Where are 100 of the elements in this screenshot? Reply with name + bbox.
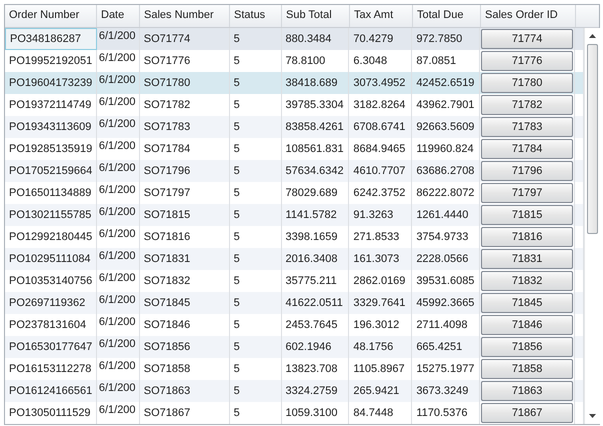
table-cell: 1170.5376 (416, 407, 468, 419)
table-cell: 6/1/200 (98, 228, 136, 240)
table-row[interactable]: PO13050111529 6/1/200 SO71867 5 1059.3100 84.7448 1170.5376 71867 (5, 402, 584, 424)
table-cell: 5 (234, 407, 240, 419)
table-cell: 2228.0566 (416, 253, 468, 265)
table-cell: 35775.211 (286, 275, 337, 287)
table-cell: SO71816 (144, 231, 190, 243)
sales-order-id-button[interactable]: 71863 (481, 381, 574, 401)
table-cell: 5 (234, 187, 240, 199)
table-cell: 5 (234, 121, 240, 133)
table-cell: 3329.7641 (353, 297, 406, 309)
table-cell: 86222.8072 (416, 187, 474, 199)
table-cell: 6/1/200 (98, 30, 136, 42)
column-header[interactable]: Status (230, 5, 282, 27)
sales-order-id-button[interactable]: 71832 (481, 271, 574, 291)
sales-order-id-button[interactable]: 71776 (481, 51, 574, 71)
table-cell: 5 (234, 33, 240, 45)
table-cell: 108561.831 (286, 143, 344, 155)
table-cell: 6242.3752 (353, 187, 406, 199)
column-header[interactable]: Tax Amt (350, 5, 413, 27)
table-row[interactable]: PO16124166561 6/1/200 SO71863 5 3324.2759 265.9421 3673.3249 71863 (5, 380, 584, 402)
sales-order-id-button[interactable]: 71816 (481, 227, 574, 247)
column-header[interactable]: Sub Total (282, 5, 350, 27)
table-cell: 6/1/200 (98, 382, 136, 394)
table-row[interactable]: PO2697119362 6/1/200 SO71845 5 41622.0511 3329.7641 45992.3665 71845 (5, 292, 584, 314)
column-header[interactable]: Order Number (5, 5, 97, 27)
table-cell: PO16530177647 (9, 341, 92, 353)
table-cell: SO71797 (144, 187, 190, 199)
table-cell: 5 (234, 99, 240, 111)
table-cell: PO16153112278 (9, 363, 92, 375)
table-row[interactable]: PO17052159664 6/1/200 SO71796 5 57634.6342 4610.7707 63686.2708 71796 (5, 160, 584, 182)
sales-order-id-button[interactable]: 71831 (481, 249, 574, 269)
table-cell: SO71796 (144, 165, 190, 177)
table-cell: SO71783 (144, 121, 190, 133)
table-cell: 6/1/200 (98, 74, 136, 86)
table-cell: 78.8100 (286, 55, 326, 67)
table-cell: PO19372114749 (9, 99, 92, 111)
table-cell: 91.3263 (353, 209, 394, 221)
table-cell: 2453.7645 (286, 319, 338, 331)
table-row[interactable]: PO13021155785 6/1/200 SO71815 5 1141.5782 91.3263 1261.4440 71815 (5, 204, 584, 226)
table-cell: SO71856 (144, 341, 190, 353)
table-cell: 5 (234, 363, 240, 375)
table-cell: PO19343113609 (9, 121, 92, 133)
sales-order-id-button[interactable]: 71846 (481, 315, 574, 335)
sales-order-id-button[interactable]: 71784 (481, 139, 574, 159)
table-cell: PO12992180445 (9, 231, 92, 243)
table-cell: PO19285135919 (9, 143, 92, 155)
table-cell: 6.3048 (353, 55, 388, 67)
table-cell: 8684.9465 (353, 143, 406, 155)
table-cell: 2711.4098 (416, 319, 468, 331)
sales-order-id-button[interactable]: 71783 (481, 117, 574, 137)
sales-order-id-button[interactable]: 71774 (481, 29, 574, 49)
sales-order-id-button[interactable]: 71782 (481, 95, 574, 115)
table-cell: SO71831 (144, 253, 190, 265)
table-cell: PO10295111084 (9, 253, 91, 265)
sales-order-id-button[interactable]: 71858 (481, 359, 574, 379)
table-cell: PO13050111529 (9, 407, 91, 419)
table-cell: 92663.5609 (416, 121, 474, 133)
table-cell: 265.9421 (353, 385, 400, 397)
sales-order-id-button[interactable]: 71867 (481, 403, 574, 423)
table-row[interactable]: PO19343113609 6/1/200 SO71783 5 83858.4261 6708.6741 92663.5609 71783 (5, 116, 584, 138)
column-header[interactable]: Sales Number (140, 5, 230, 27)
table-cell: 602.1946 (286, 341, 332, 353)
sales-order-id-button[interactable]: 71845 (481, 293, 574, 313)
table-cell: 6/1/200 (98, 206, 136, 218)
sales-order-id-button[interactable]: 71797 (481, 183, 574, 203)
table-cell: 5 (234, 341, 240, 353)
column-header[interactable]: Sales Order ID (481, 5, 576, 27)
table-cell: PO10353140756 (9, 275, 92, 287)
sales-order-id-button[interactable]: 71780 (481, 73, 574, 93)
table-row[interactable]: PO348186287 6/1/200 SO71774 5 880.3484 70.4279 972.7850 71774 (5, 28, 584, 50)
sales-order-id-button[interactable]: 71815 (481, 205, 574, 225)
table-cell: 78029.689 (286, 187, 338, 199)
table-cell: PO13021155785 (9, 209, 92, 221)
table-row[interactable]: PO16530177647 6/1/200 SO71856 5 602.1946 48.1756 665.4251 71856 (5, 336, 584, 358)
table-row[interactable]: PO10295111084 6/1/200 SO71831 5 2016.3408 161.3073 2228.0566 71831 (5, 248, 584, 270)
column-header[interactable]: Total Due (413, 5, 481, 27)
table-cell: 43962.7901 (416, 99, 474, 111)
table-cell: 39531.6085 (416, 275, 474, 287)
table-cell: PO19604173239 (9, 77, 92, 89)
table-cell: SO71867 (144, 407, 190, 419)
sales-order-id-button[interactable]: 71856 (481, 337, 574, 357)
table-cell: 5 (234, 143, 240, 155)
sales-order-id-button[interactable]: 71796 (481, 161, 574, 181)
table-cell: 63686.2708 (416, 165, 474, 177)
table-row[interactable]: PO19604173239 6/1/200 SO71780 5 38418.689 3073.4952 42452.6519 71780 (5, 72, 584, 94)
table-cell: PO16501134889 (9, 187, 92, 199)
table-cell: SO71782 (144, 99, 190, 111)
table-cell: 3754.9733 (416, 231, 468, 243)
table-cell: 5 (234, 209, 240, 221)
table-cell: 5 (234, 77, 240, 89)
table-cell: 161.3073 (353, 253, 400, 265)
table-cell: 2016.3408 (286, 253, 338, 265)
table-cell: SO71774 (144, 33, 190, 45)
scrollbar-thumb[interactable] (587, 44, 598, 234)
scrollbar-track[interactable] (584, 28, 600, 424)
column-header[interactable]: Date (97, 5, 140, 27)
table-cell: 45992.3665 (416, 297, 474, 309)
table-cell: SO71784 (144, 143, 190, 155)
table-cell: 6/1/200 (98, 316, 136, 328)
